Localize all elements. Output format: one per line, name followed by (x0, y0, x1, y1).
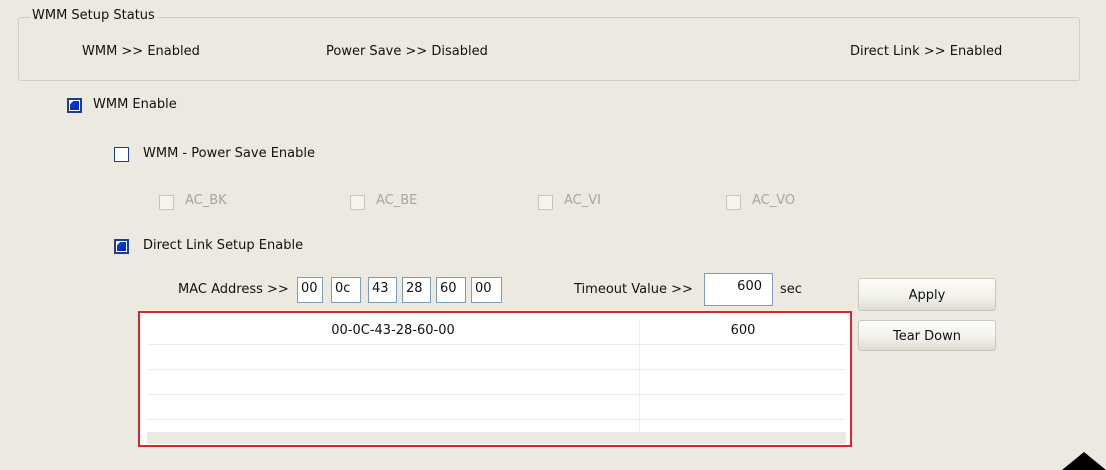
mac-address-label: MAC Address >> (178, 282, 289, 297)
table-row[interactable] (147, 345, 846, 370)
link-timeout-cell (640, 413, 846, 432)
power-save-status: Power Save >> Disabled (326, 44, 488, 59)
apply-button[interactable]: Apply (858, 278, 996, 311)
mac-octet-4[interactable]: 28 (402, 277, 431, 303)
table-row[interactable]: 00-0C-43-28-60-00 600 (147, 320, 846, 345)
timeout-input[interactable]: 600 (704, 273, 773, 306)
link-mac-cell (147, 370, 640, 394)
timeout-label: Timeout Value >> (574, 282, 693, 297)
wmm-enable-checkbox[interactable] (67, 98, 82, 113)
link-mac-cell (147, 345, 640, 369)
direct-link-checkbox[interactable] (114, 239, 129, 254)
power-save-checkbox[interactable] (114, 147, 129, 162)
link-timeout-cell: 600 (730, 323, 756, 338)
table-scroll-area (147, 433, 846, 444)
power-save-label: WMM - Power Save Enable (143, 146, 316, 161)
timeout-unit: sec (780, 282, 802, 297)
table-row[interactable] (147, 413, 846, 433)
ac-vo-label: AC_VO (752, 193, 796, 208)
ac-vo-checkbox[interactable] (726, 195, 741, 210)
status-legend: WMM Setup Status (30, 8, 157, 23)
link-mac-cell (147, 413, 640, 432)
ac-be-label: AC_BE (376, 193, 418, 208)
ac-bk-checkbox[interactable] (159, 195, 174, 210)
direct-link-table: 00-0C-43-28-60-00 600 (138, 311, 852, 447)
mac-octet-3[interactable]: 43 (368, 277, 397, 303)
link-timeout-cell (640, 370, 846, 394)
ac-bk-label: AC_BK (185, 193, 227, 208)
direct-link-label: Direct Link Setup Enable (143, 238, 304, 253)
ac-vi-label: AC_VI (564, 193, 601, 208)
ac-be-checkbox[interactable] (350, 195, 365, 210)
mac-octet-6[interactable]: 00 (471, 277, 502, 303)
direct-link-status: Direct Link >> Enabled (850, 44, 1003, 59)
wmm-status: WMM >> Enabled (82, 44, 200, 59)
table-row[interactable] (147, 370, 846, 395)
wmm-enable-label: WMM Enable (93, 97, 177, 112)
mac-octet-1[interactable]: 00 (297, 277, 323, 303)
tear-down-button[interactable]: Tear Down (858, 320, 996, 351)
mac-octet-2[interactable]: 0c (331, 277, 361, 303)
link-mac-cell: 00-0C-43-28-60-00 (147, 320, 640, 344)
link-timeout-cell (640, 345, 846, 369)
mac-octet-5[interactable]: 60 (436, 277, 466, 303)
pointer-cursor-icon (1062, 452, 1106, 470)
ac-vi-checkbox[interactable] (538, 195, 553, 210)
